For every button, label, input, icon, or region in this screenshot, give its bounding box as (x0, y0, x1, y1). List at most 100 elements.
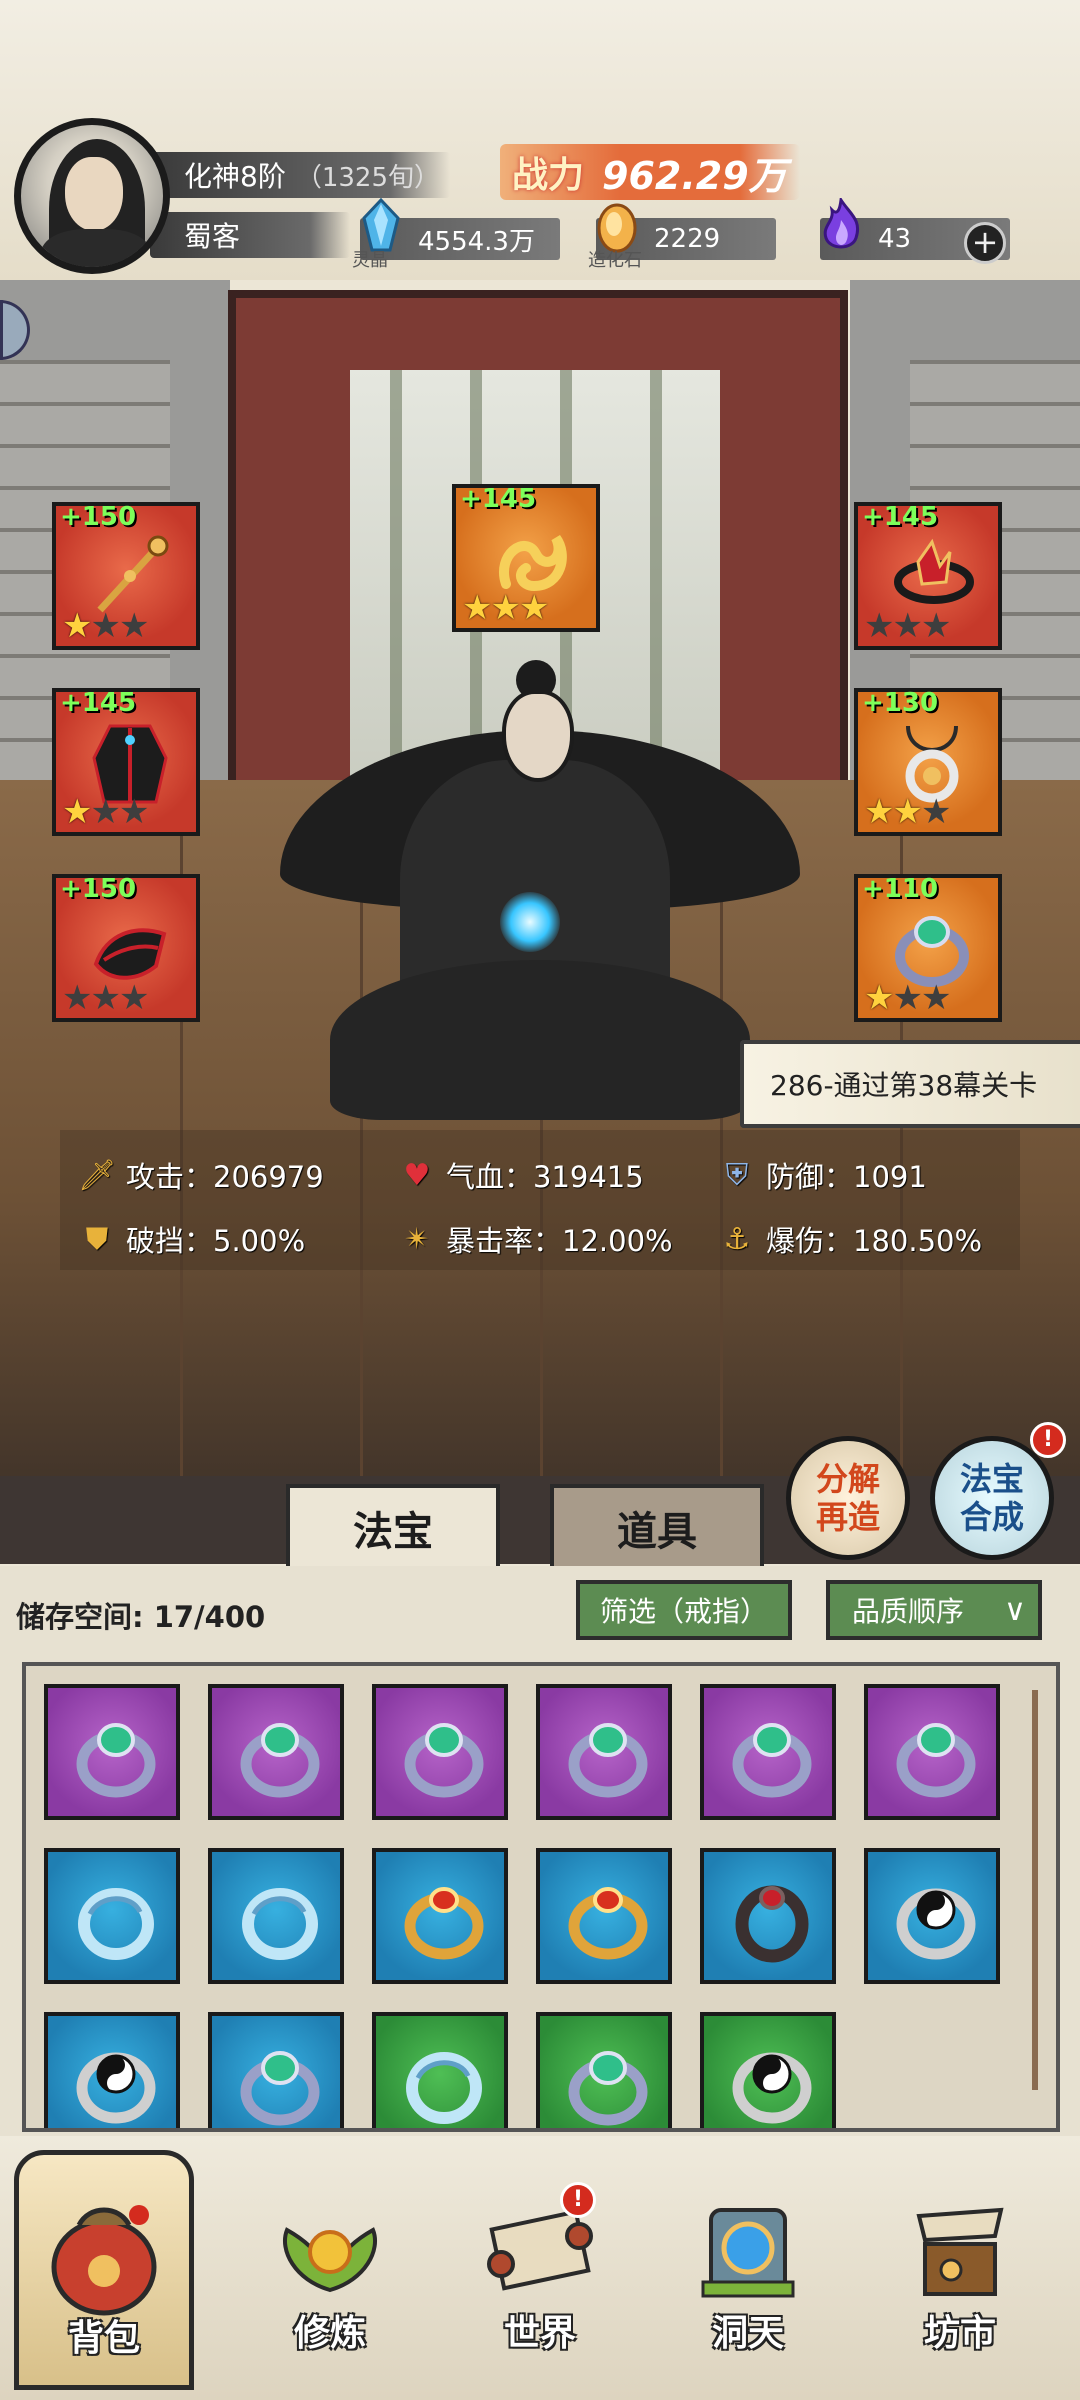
inventory-item[interactable] (536, 2012, 672, 2128)
enhance-level: +145 (862, 502, 939, 532)
inventory-item[interactable] (700, 2012, 836, 2128)
enhance-level: +150 (60, 874, 137, 904)
equip-slot-weapon[interactable]: +150 ★★★ (52, 502, 200, 650)
portal-icon (701, 2208, 795, 2298)
filter-label: 筛选（戒指） (599, 1595, 768, 1628)
resource-creation-stone[interactable]: 造化石 2229 (588, 203, 776, 271)
quest-tracker[interactable]: 286-通过第38幕关卡 (740, 1040, 1080, 1128)
nav-bag[interactable]: 背包 (14, 2150, 194, 2390)
stat-text: 破挡：5.00% (126, 1224, 306, 1258)
player-avatar[interactable] (14, 118, 170, 274)
dark-ruby-ring-icon (735, 1885, 809, 1963)
equip-slot-treasure[interactable]: +145 ★★★ (452, 484, 600, 632)
star-filled-icon: ★ (490, 588, 521, 628)
star-empty-icon: ★ (90, 606, 121, 646)
nav-label: 世界 (503, 2312, 576, 2354)
star-filled-icon: ★ (892, 792, 923, 832)
jade-ring-icon (240, 1723, 320, 1798)
nav-label: 洞天 (711, 2312, 784, 2354)
equip-slot-ring[interactable]: +110 ★★★ (854, 874, 1002, 1022)
nav-world[interactable]: 世界 (450, 2150, 630, 2390)
resource-caption: 造化石 (588, 250, 642, 271)
button-line: 再造 (815, 1498, 880, 1536)
crit-damage-icon: ⚓ (723, 1221, 751, 1257)
realm-label: 化神8阶 (184, 160, 286, 193)
stat-text: 气血：319415 (446, 1160, 644, 1194)
inventory-item[interactable] (372, 1848, 508, 1984)
yinyang-ring-icon (76, 2052, 156, 2124)
inventory-item[interactable] (700, 1684, 836, 1820)
jade-ring-icon (896, 1723, 976, 1798)
star-filled-icon: ★ (864, 792, 895, 832)
enhance-level: +145 (460, 484, 537, 514)
inventory-item[interactable] (372, 1684, 508, 1820)
star-empty-icon: ★ (892, 978, 923, 1018)
stat-crit-rate: ✴ 暴击率：12.00% (398, 1218, 672, 1260)
sort-dropdown[interactable]: 品质顺序 ∨ (826, 1580, 1042, 1640)
filter-button[interactable]: 筛选（戒指） (576, 1580, 792, 1640)
star-empty-icon: ★ (892, 606, 923, 646)
add-resource-button[interactable]: + (964, 222, 1006, 264)
inventory-item[interactable] (700, 1848, 836, 1984)
inventory-item[interactable] (208, 1848, 344, 1984)
jade-ring-icon (240, 2051, 320, 2126)
nav-label: 坊市 (923, 2312, 996, 2354)
tab-daoju[interactable]: 道具 (550, 1484, 764, 1568)
nav-notification-badge: ! (560, 2182, 596, 2218)
jade-ring-icon (732, 1723, 812, 1798)
nav-cultivate[interactable]: 修炼 (240, 2150, 420, 2390)
nav-label: 修炼 (293, 2312, 366, 2354)
yinyang-ring-icon (732, 2052, 812, 2124)
star-filled-icon: ★ (864, 978, 895, 1018)
star-filled-icon: ★ (62, 792, 93, 832)
resource-spirit-crystal[interactable]: 灵晶 4554.3万 (352, 198, 560, 271)
enhance-level: +130 (862, 688, 939, 718)
quest-text: 286-通过第38幕关卡 (770, 1069, 1038, 1102)
notification-badge: ! (1030, 1422, 1066, 1458)
equip-slot-headband[interactable]: +145 ★★★ (854, 502, 1002, 650)
age-label: （1325旬） (295, 162, 440, 193)
treasure-synthesis-button[interactable]: 法宝 合成 (930, 1436, 1054, 1560)
star-empty-icon: ★ (920, 792, 952, 832)
inventory-item[interactable] (208, 1684, 344, 1820)
inventory-item[interactable] (536, 1848, 672, 1984)
equip-slot-necklace[interactable]: +130 ★★★ (854, 688, 1002, 836)
button-line: 法宝 (959, 1460, 1024, 1498)
star-empty-icon: ★ (920, 978, 952, 1018)
equip-slot-armor[interactable]: +145 ★★★ (52, 688, 200, 836)
inventory-item[interactable] (208, 2012, 344, 2128)
nav-cave[interactable]: 洞天 (658, 2150, 838, 2390)
inventory-scrollbar[interactable] (1032, 1690, 1038, 2090)
inventory-grid[interactable] (22, 1662, 1060, 2132)
star-rating: ★★★ (62, 792, 149, 832)
inventory-item[interactable] (864, 1684, 1000, 1820)
nav-market[interactable]: 坊市 (870, 2150, 1050, 2390)
inventory-item[interactable] (536, 1684, 672, 1820)
gold-ruby-ring-icon (404, 1887, 484, 1960)
star-rating: ★★★ (864, 606, 951, 646)
purple-flame-icon (823, 198, 859, 249)
inventory-item[interactable] (44, 1684, 180, 1820)
equip-slot-boots[interactable]: +150 ★★★ (52, 874, 200, 1022)
inventory-item[interactable] (44, 2012, 180, 2128)
stat-crit-damage: ⚓ 爆伤：180.50% (718, 1218, 982, 1260)
inventory-item[interactable] (864, 1848, 1000, 1984)
enhance-level: +150 (60, 502, 137, 532)
stat-text: 防御：1091 (766, 1160, 927, 1194)
star-rating: ★★★ (864, 792, 952, 832)
star-filled-icon: ★ (462, 588, 493, 628)
sort-label: 品质顺序 (852, 1595, 965, 1628)
tab-fabao[interactable]: 法宝 (286, 1484, 500, 1568)
decompose-reforge-button[interactable]: 分解 再造 (786, 1436, 910, 1560)
stat-attack: 🗡 攻击：206979 (78, 1154, 324, 1196)
inventory-item[interactable] (44, 1848, 180, 1984)
inventory-item[interactable] (372, 2012, 508, 2128)
stat-defense: ⛨ 防御：1091 (718, 1154, 927, 1196)
dragon-ring-icon (242, 1888, 318, 1960)
title-bar: 蜀客 (150, 212, 350, 258)
power-value: 962.29万 (602, 153, 787, 198)
star-empty-icon: ★ (62, 978, 93, 1018)
shield-icon: ⛨ (725, 1157, 749, 1193)
resource-value: 4554.3万 (418, 226, 535, 257)
heart-icon: ♥ (403, 1157, 431, 1193)
